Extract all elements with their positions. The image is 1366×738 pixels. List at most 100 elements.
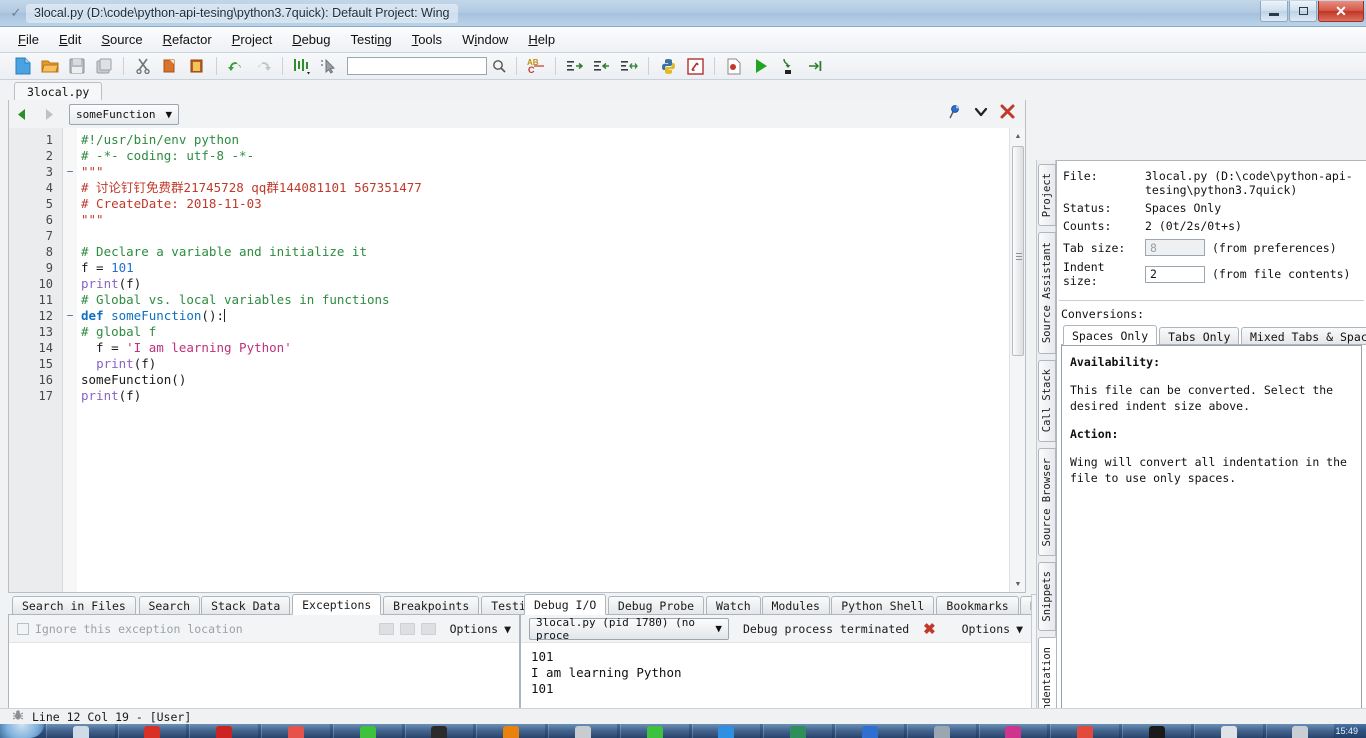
code-editor[interactable]: 1 #!/usr/bin/env python 2 # -*- coding: utf… [8,128,1026,593]
dock-tab-source-browser[interactable]: Source Browser [1038,447,1056,557]
exception-icon-3[interactable] [420,622,436,635]
fold-toggle-icon[interactable]: − [63,164,77,180]
maximize-button[interactable] [1289,1,1317,22]
editor-tab-3local[interactable]: 3local.py [14,82,103,101]
menu-project[interactable]: Project [222,29,282,50]
paste-icon[interactable] [184,55,210,78]
menu-source[interactable]: Source [91,29,152,50]
exception-icon-1[interactable] [378,622,394,635]
indent-left-icon[interactable] [589,55,615,78]
new-file-icon[interactable] [10,55,36,78]
taskbar-item-11[interactable] [763,724,834,738]
taskbar-item-icon [1077,726,1094,738]
taskbar-item-3[interactable] [189,724,260,738]
undo-icon[interactable] [223,55,249,78]
fold-toggle-icon[interactable]: − [63,308,77,324]
taskbar-item-13[interactable] [906,724,977,738]
debug-process-selector[interactable]: 3local.py (pid 1780) (no proce ▼ [529,616,729,642]
cut-icon[interactable] [130,55,156,78]
ignore-exception-checkbox[interactable] [17,622,29,635]
indent-both-icon[interactable] [616,55,642,78]
indent-right-icon[interactable] [562,55,588,78]
dock-tab-label: Source Assistant [1041,242,1053,344]
tab-watch[interactable]: Watch [706,596,761,615]
scroll-down-arrow-icon[interactable]: ▼ [1010,576,1025,592]
taskbar-item-17[interactable] [1193,724,1264,738]
dock-tab-project[interactable]: Project [1038,164,1056,227]
menu-edit[interactable]: Edit [49,29,91,50]
step-over-icon[interactable] [802,55,828,78]
exception-icon-2[interactable] [399,622,415,635]
close-icon[interactable] [1000,104,1015,124]
conv-tab-tabs-only[interactable]: Tabs Only [1159,327,1240,345]
select-pointer-icon[interactable] [316,55,342,78]
taskbar-item-4[interactable] [261,724,331,738]
tab-modules[interactable]: Modules [761,596,830,615]
pin-icon[interactable] [947,104,962,125]
search-input[interactable] [347,57,487,75]
python-shell-icon[interactable] [655,55,681,78]
conv-tab-spaces-only[interactable]: Spaces Only [1063,325,1158,345]
taskbar-item-15[interactable] [1050,724,1121,738]
tab-bookmarks[interactable]: Bookmarks [936,596,1019,615]
indent-size-input[interactable] [1145,265,1205,283]
tab-search-in-files[interactable]: Search in Files [12,596,136,615]
taskbar-item-18[interactable] [1265,724,1336,738]
function-selector-dropdown[interactable]: someFunction ▼ [69,103,180,125]
conv-tab-mixed-tabs-spaces[interactable]: Mixed Tabs & Spaces [1241,327,1366,345]
copy-icon[interactable] [157,55,183,78]
menu-help[interactable]: Help [518,29,565,50]
taskbar-item-10[interactable] [691,724,762,738]
taskbar-item-8[interactable] [548,724,618,738]
step-into-icon[interactable] [775,55,801,78]
taskbar-item-2[interactable] [117,724,188,738]
tab-debug-i-o[interactable]: Debug I/O [524,594,607,615]
tab-debug-probe[interactable]: Debug Probe [607,596,705,615]
menu-tools[interactable]: Tools [402,29,452,50]
debug-io-options-button[interactable]: Options ▼ [962,622,1023,636]
editor-scroll-thumb[interactable] [1012,146,1024,356]
dock-tab-source-assistant[interactable]: Source Assistant [1038,232,1056,354]
taskbar-item-1[interactable] [45,724,116,738]
scroll-up-arrow-icon[interactable]: ▲ [1010,128,1025,144]
taskbar-item-12[interactable] [835,724,905,738]
taskbar-item-5[interactable] [332,724,403,738]
dock-tab-snippets[interactable]: Snippets [1038,562,1056,631]
code-token: (f) [118,388,142,403]
toolbar-separator-6 [648,57,649,75]
taskbar-clock: 15:49 [1335,726,1358,736]
editor-vertical-scrollbar[interactable]: ▲ ▼ [1009,128,1025,592]
save-icon[interactable] [64,55,90,78]
taskbar-item-9[interactable] [619,724,690,738]
menu-testing[interactable]: Testing [341,29,402,50]
menu-window[interactable]: Window [452,29,518,50]
tab-exceptions[interactable]: Exceptions [292,594,382,615]
debug-probe-icon[interactable] [682,55,708,78]
open-folder-icon[interactable] [37,55,63,78]
menu-debug[interactable]: Debug [282,29,340,50]
stop-debug-icon[interactable]: ✖ [923,620,936,638]
menu-refactor[interactable]: Refactor [153,29,222,50]
menu-file[interactable]: File [8,29,49,50]
close-button[interactable]: ✕ [1318,1,1364,22]
search-icon[interactable] [488,55,510,77]
save-all-icon[interactable] [91,55,117,78]
taskbar-item-6[interactable] [404,724,475,738]
taskbar-item-14[interactable] [978,724,1049,738]
run-icon[interactable] [748,55,774,78]
taskbar-item-7[interactable] [476,724,547,738]
start-button[interactable] [0,724,44,738]
taskbar-item-16[interactable] [1122,724,1192,738]
editor-menu-chevron-icon[interactable] [974,105,988,123]
set-breakpoint-icon[interactable] [721,55,747,78]
tab-breakpoints[interactable]: Breakpoints [383,596,480,615]
tab-stack-data[interactable]: Stack Data [201,596,291,615]
dock-tab-call-stack[interactable]: Call Stack [1038,359,1056,442]
nav-back-icon[interactable] [9,103,35,125]
minimize-button[interactable] [1260,1,1288,22]
tab-search[interactable]: Search [138,596,201,615]
tab-python-shell[interactable]: Python Shell [831,596,935,615]
search-replace-icon[interactable]: AB C [523,55,549,78]
indent-guides-icon[interactable] [289,55,315,78]
exceptions-options-button[interactable]: Options ▼ [450,622,511,636]
